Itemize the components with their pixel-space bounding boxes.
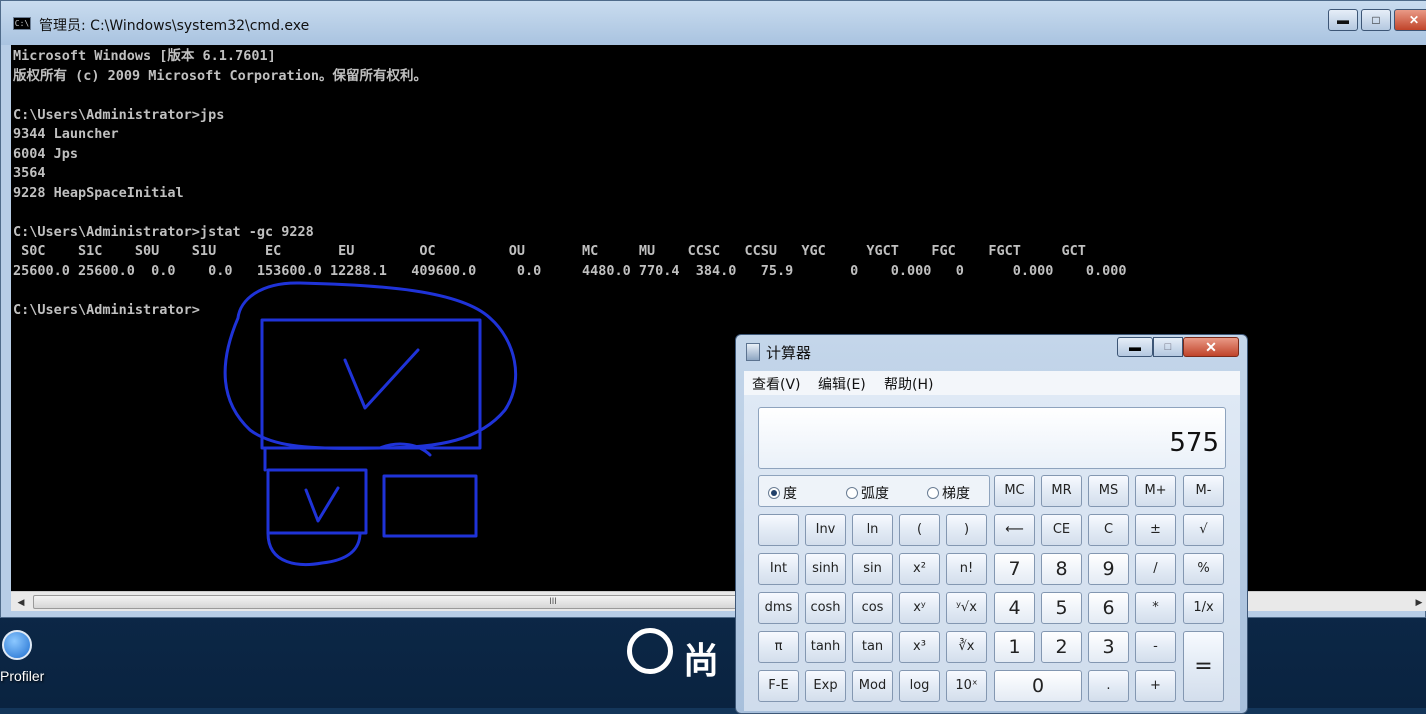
console-text: Microsoft Windows [版本 6.1.7601] 版权所有 (c)…	[13, 48, 1127, 318]
radio-unselected-icon	[846, 487, 858, 499]
radio-radians-label: 弧度	[861, 486, 889, 502]
calc-key-0-button[interactable]: 0	[994, 670, 1082, 702]
radio-degrees-label: 度	[783, 486, 797, 502]
calc-key-u696u8730x-button[interactable]: ʸ√x	[946, 592, 987, 624]
scroll-right-arrow-icon[interactable]: ▶	[1411, 594, 1426, 610]
calc-key-3-button[interactable]: 3	[1088, 631, 1129, 663]
calc-key-7-button[interactable]: 7	[994, 553, 1035, 585]
calc-key-sinh-button[interactable]: sinh	[805, 553, 846, 585]
calc-key-xu179-button[interactable]: x³	[899, 631, 940, 663]
memory-mplus-button[interactable]: M+	[1135, 475, 1176, 507]
calc-key-CE-button[interactable]: CE	[1041, 514, 1082, 546]
cmd-title-bar[interactable]: C:\ 管理员: C:\Windows\system32\cmd.exe ▬ □…	[1, 1, 1426, 45]
cmd-icon: C:\	[13, 17, 31, 30]
calc-key-8-button[interactable]: 8	[1041, 553, 1082, 585]
calculator-icon	[746, 343, 760, 361]
cmd-window-title: 管理员: C:\Windows\system32\cmd.exe	[39, 18, 310, 34]
profiler-app-icon[interactable]	[2, 630, 32, 660]
memory-mminus-button[interactable]: M-	[1183, 475, 1224, 507]
calc-key-1-button[interactable]: 1	[994, 631, 1035, 663]
plus-button[interactable]: +	[1135, 670, 1176, 702]
calc-key-dms-button[interactable]: dms	[758, 592, 799, 624]
calc-key-u47-button[interactable]: /	[1135, 553, 1176, 585]
calc-key-1u47x-button[interactable]: 1/x	[1183, 592, 1224, 624]
radio-unselected-icon	[927, 487, 939, 499]
calculator-window[interactable]: 计算器 ▬ □ ✕ 查看(V) 编辑(E) 帮助(H) 575 度 弧度 梯度 …	[735, 334, 1248, 714]
calc-key-Exp-button[interactable]: Exp	[805, 670, 846, 702]
calc-key-u960-button[interactable]: π	[758, 631, 799, 663]
menu-view[interactable]: 查看(V)	[752, 374, 801, 394]
calc-key-u42-button[interactable]: *	[1135, 592, 1176, 624]
radio-degrees[interactable]: 度	[768, 483, 797, 503]
calculator-body: 575 度 弧度 梯度 MC MR MS M+ M- Inv ln() ⟵ CE C ± √ Int si…	[744, 395, 1240, 711]
maximize-button[interactable]: □	[1361, 9, 1391, 31]
calc-key-log-button[interactable]: log	[899, 670, 940, 702]
calc-key-xu696-button[interactable]: xʸ	[899, 592, 940, 624]
calc-key-sin-button[interactable]: sin	[852, 553, 893, 585]
calc-key-u8730-button[interactable]: √	[1183, 514, 1224, 546]
calc-key-u8731x-button[interactable]: ∛x	[946, 631, 987, 663]
logo-icon	[627, 628, 673, 674]
display-value: 575	[1169, 428, 1219, 458]
calc-key-Mod-button[interactable]: Mod	[852, 670, 893, 702]
calc-key-tan-button[interactable]: tan	[852, 631, 893, 663]
menu-help[interactable]: 帮助(H)	[884, 374, 933, 394]
calc-key-blank-button[interactable]	[758, 514, 799, 546]
calc-key-2-button[interactable]: 2	[1041, 631, 1082, 663]
radio-grads-label: 梯度	[942, 486, 970, 502]
calc-key-u40-button[interactable]: (	[899, 514, 940, 546]
calc-key-5-button[interactable]: 5	[1041, 592, 1082, 624]
calc-key-xu178-button[interactable]: x²	[899, 553, 940, 585]
calc-maximize-button[interactable]: □	[1153, 337, 1183, 357]
radio-grads[interactable]: 梯度	[927, 483, 970, 503]
calc-key-4-button[interactable]: 4	[994, 592, 1035, 624]
equals-button[interactable]: =	[1183, 631, 1224, 702]
calc-key-Int-button[interactable]: Int	[758, 553, 799, 585]
close-button[interactable]: ✕	[1394, 9, 1426, 31]
calculator-display: 575	[758, 407, 1226, 469]
calc-key-tanh-button[interactable]: tanh	[805, 631, 846, 663]
calc-key-Inv-button[interactable]: Inv	[805, 514, 846, 546]
calc-key-cos-button[interactable]: cos	[852, 592, 893, 624]
minimize-button[interactable]: ▬	[1328, 9, 1358, 31]
calc-close-button[interactable]: ✕	[1183, 337, 1239, 357]
calc-key-cosh-button[interactable]: cosh	[805, 592, 846, 624]
calc-key-6-button[interactable]: 6	[1088, 592, 1129, 624]
calc-key-u41-button[interactable]: )	[946, 514, 987, 546]
radio-selected-icon	[768, 487, 780, 499]
menu-edit[interactable]: 编辑(E)	[818, 374, 866, 394]
calc-key-10u739-button[interactable]: 10ˣ	[946, 670, 987, 702]
calc-key-nu33-button[interactable]: n!	[946, 553, 987, 585]
angle-mode-group: 度 弧度 梯度	[758, 475, 990, 507]
memory-mc-button[interactable]: MC	[994, 475, 1035, 507]
calc-key-u10229-button[interactable]: ⟵	[994, 514, 1035, 546]
calc-key-C-button[interactable]: C	[1088, 514, 1129, 546]
calc-key-Fu45E-button[interactable]: F-E	[758, 670, 799, 702]
calc-key-u45-button[interactable]: -	[1135, 631, 1176, 663]
calculator-title: 计算器	[766, 344, 812, 362]
calc-key-u177-button[interactable]: ±	[1135, 514, 1176, 546]
scroll-left-arrow-icon[interactable]: ◀	[13, 594, 29, 610]
calc-key-ln-button[interactable]: ln	[852, 514, 893, 546]
profiler-label[interactable]: Profiler	[0, 668, 44, 684]
memory-ms-button[interactable]: MS	[1088, 475, 1129, 507]
memory-mr-button[interactable]: MR	[1041, 475, 1082, 507]
calculator-menu-bar: 查看(V) 编辑(E) 帮助(H)	[744, 371, 1240, 395]
logo-text: 尚	[683, 641, 720, 682]
radio-radians[interactable]: 弧度	[846, 483, 889, 503]
calc-key-9-button[interactable]: 9	[1088, 553, 1129, 585]
decimal-button[interactable]: .	[1088, 670, 1129, 702]
calc-key-u37-button[interactable]: %	[1183, 553, 1224, 585]
calc-minimize-button[interactable]: ▬	[1117, 337, 1153, 357]
